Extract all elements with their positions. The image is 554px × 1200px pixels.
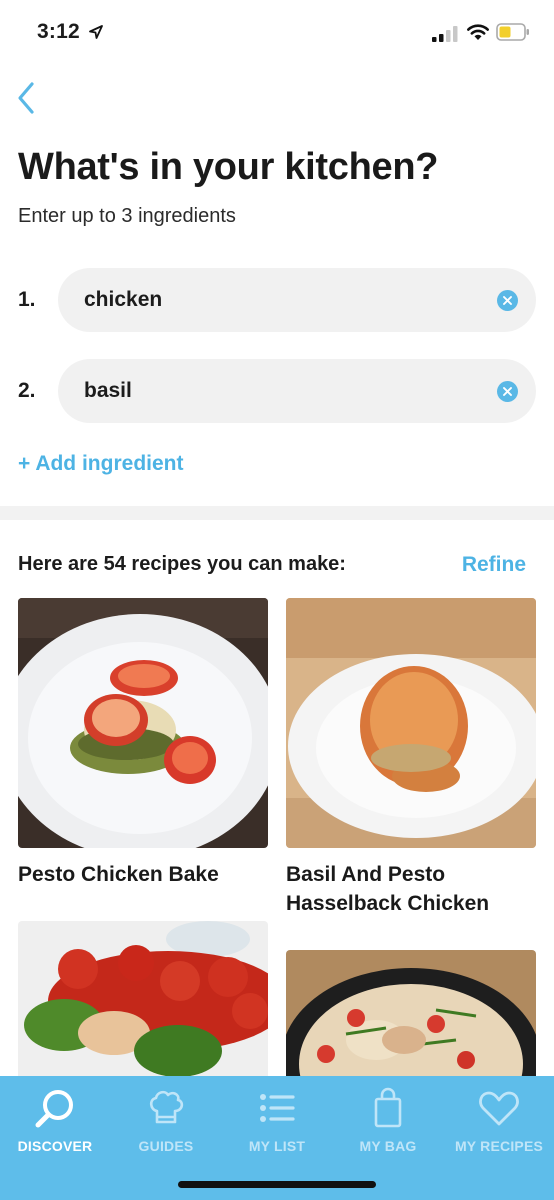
- ingredient-row: 1.: [18, 268, 536, 332]
- status-time: 3:12: [37, 20, 80, 43]
- ingredient-number: 1.: [18, 288, 36, 311]
- back-button[interactable]: [10, 80, 42, 116]
- ingredient-row: 2.: [18, 359, 536, 423]
- clear-ingredient-button[interactable]: [497, 381, 518, 402]
- tab-my-recipes[interactable]: MY RECIPES: [444, 1076, 554, 1166]
- list-icon: [260, 1094, 295, 1122]
- recipe-card[interactable]: Basil And Pesto Hasselback Chicken: [286, 598, 536, 918]
- tab-label: GUIDES: [138, 1138, 194, 1154]
- section-divider: [0, 506, 554, 520]
- recipe-card[interactable]: Pesto Chicken Bake: [18, 598, 268, 889]
- chef-hat-icon: [149, 1090, 184, 1124]
- recipe-title: Basil And Pesto Hasselback Chicken: [286, 863, 490, 915]
- tab-label: MY RECIPES: [454, 1138, 544, 1154]
- search-icon: [35, 1090, 73, 1128]
- chevron-left-icon: [18, 82, 34, 114]
- page-title: What's in your kitchen?: [18, 146, 439, 188]
- bag-icon: [374, 1087, 402, 1128]
- add-ingredient-button[interactable]: + Add ingredient: [18, 452, 183, 476]
- clear-ingredient-button[interactable]: [497, 290, 518, 311]
- close-icon: [503, 296, 512, 305]
- tab-discover[interactable]: DISCOVER: [0, 1076, 110, 1166]
- ingredient-field: [58, 359, 536, 423]
- ingredient-input[interactable]: [84, 359, 464, 423]
- tab-guides[interactable]: GUIDES: [111, 1076, 221, 1166]
- wifi-icon: [467, 24, 489, 40]
- recipe-image: [286, 598, 536, 848]
- ingredient-field: [58, 268, 536, 332]
- tab-label: DISCOVER: [17, 1138, 93, 1154]
- tab-my-list[interactable]: MY LIST: [222, 1076, 332, 1166]
- tab-label: MY LIST: [248, 1138, 306, 1154]
- refine-button[interactable]: Refine: [462, 553, 526, 577]
- recipe-image: [18, 598, 268, 848]
- ingredient-number: 2.: [18, 379, 36, 402]
- location-arrow-icon: [89, 25, 103, 39]
- page-subtitle: Enter up to 3 ingredients: [18, 205, 236, 227]
- battery-icon: [496, 23, 529, 41]
- recipe-title: Pesto Chicken Bake: [18, 863, 219, 886]
- signal-icon: [432, 26, 458, 42]
- status-bar: 3:12: [0, 0, 554, 66]
- ingredient-input[interactable]: [84, 268, 464, 332]
- close-icon: [503, 387, 512, 396]
- tab-label: MY BAG: [359, 1138, 417, 1154]
- tab-my-bag[interactable]: MY BAG: [333, 1076, 443, 1166]
- home-indicator[interactable]: [178, 1181, 376, 1188]
- results-heading: Here are 54 recipes you can make:: [18, 553, 346, 575]
- heart-icon: [479, 1091, 519, 1126]
